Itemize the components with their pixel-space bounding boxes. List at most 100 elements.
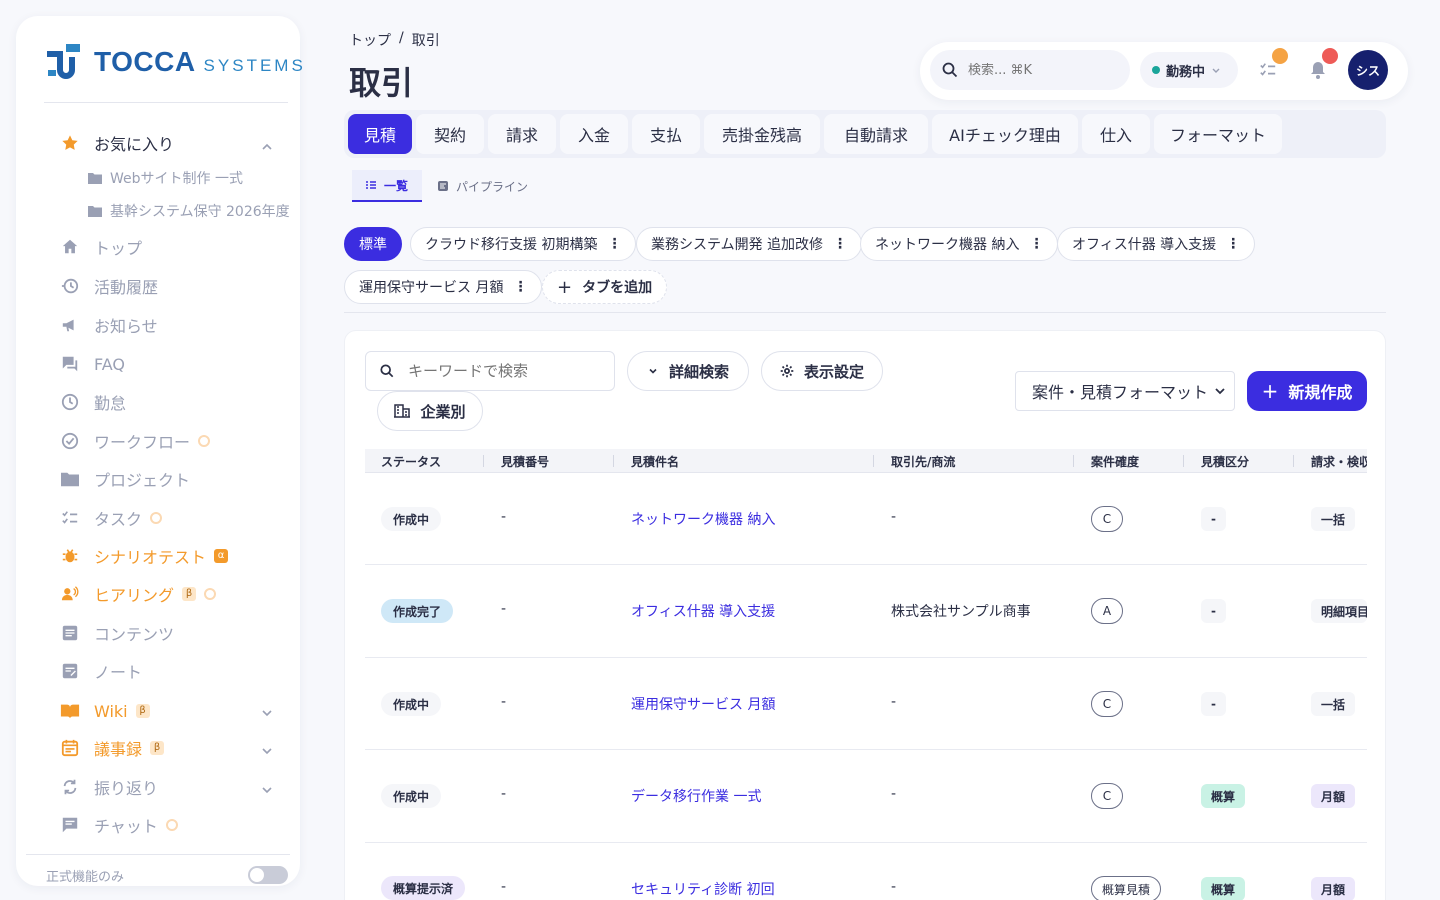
column-header-category[interactable]: 見積区分 [1201,449,1249,473]
more-vert-icon[interactable]: ⋮ [513,279,527,295]
brand-logo[interactable]: TOCCA SYSTEMS [46,42,306,82]
tab-invoice[interactable]: 請求 [488,114,556,154]
global-search[interactable] [930,50,1130,90]
column-resize-handle[interactable] [1183,455,1184,467]
tasks-button[interactable] [1256,48,1288,82]
tab-format[interactable]: フォーマット [1154,114,1282,154]
column-header-billing[interactable]: 請求・検収 [1311,449,1367,473]
more-vert-icon[interactable]: ⋮ [833,236,847,252]
filter-chip[interactable]: 業務システム開発 追加改修 ⋮ [636,227,863,261]
sidebar-item-workflow[interactable]: ワークフロー [60,426,211,456]
sidebar-item-label: 振り返り [94,779,159,798]
estimate-name-link[interactable]: セキュリティ診断 初回 [631,879,775,899]
column-resize-handle[interactable] [483,455,484,467]
table-row[interactable]: 作成中 - データ移行作業 一式 - C 概算 月額 [365,750,1367,843]
alpha-badge: α [214,549,229,563]
billing-pill: 一括 [1311,507,1356,531]
column-header-status[interactable]: ステータス [381,449,441,473]
sidebar-item-history[interactable]: 活動履歴 [60,271,158,301]
sidebar-item-wiki[interactable]: Wiki β [60,696,150,726]
sidebar-item-scenario-test[interactable]: シナリオテスト α [60,541,229,571]
chevron-down-icon[interactable] [260,744,274,758]
certainty-badge: C [1091,506,1123,532]
chevron-down-icon[interactable] [260,783,274,797]
more-vert-icon[interactable]: ⋮ [1226,236,1240,252]
sidebar-item-label: チャット [94,817,158,836]
tab-purchase[interactable]: 仕入 [1082,114,1150,154]
tab-receivable-balance[interactable]: 売掛金残高 [704,114,820,154]
sidebar-item-note[interactable]: ノート [60,656,142,686]
global-search-input[interactable] [968,62,1108,78]
estimate-name-link[interactable]: ネットワーク機器 納入 [631,509,775,529]
partner-cell[interactable]: 株式会社サンプル商事 [891,601,1031,621]
sidebar-item-retrospective[interactable]: 振り返り [60,772,158,802]
sidebar-item-chat[interactable]: チャット [60,810,178,840]
tab-auto-invoice[interactable]: 自動請求 [824,114,928,154]
status-badge: 概算提示済 [381,876,466,900]
column-resize-handle[interactable] [613,455,614,467]
sidebar-item-task[interactable]: タスク [60,503,163,533]
view-tab-pipeline[interactable]: パイプライン [438,170,528,202]
sidebar-item-top[interactable]: トップ [60,232,142,262]
favorite-item[interactable]: Webサイト制作 一式 [88,166,243,190]
filter-chip-standard[interactable]: 標準 [344,227,402,261]
tab-estimate[interactable]: 見積 [348,114,412,154]
notifications-button[interactable] [1306,48,1338,82]
keyword-search[interactable] [365,351,615,391]
table-row[interactable]: 作成完了 - オフィス什器 導入支援 株式会社サンプル商事 A - 明細項目 [365,565,1367,658]
column-resize-handle[interactable] [1073,455,1074,467]
folder-icon [88,206,102,217]
more-vert-icon[interactable]: ⋮ [607,236,621,252]
view-tab-list[interactable]: 一覧 [352,170,423,202]
sidebar-favorites[interactable]: お気に入り [60,128,174,158]
chevron-up-icon[interactable] [260,140,274,154]
checklist-icon [60,508,80,528]
add-tab-button[interactable]: + タブを追加 [542,270,668,304]
estimate-number: - [501,509,507,525]
tab-payment[interactable]: 支払 [632,114,700,154]
column-header-partner[interactable]: 取引先/商流 [891,449,955,473]
column-resize-handle[interactable] [873,455,874,467]
filter-chip[interactable]: オフィス什器 導入支援 ⋮ [1057,227,1256,261]
sidebar-item-faq[interactable]: FAQ [60,349,125,379]
column-header-certainty[interactable]: 案件確度 [1091,449,1139,473]
estimate-name-link[interactable]: 運用保守サービス 月額 [631,694,775,714]
tab-contract[interactable]: 契約 [416,114,484,154]
more-vert-icon[interactable]: ⋮ [1029,236,1043,252]
estimate-name-link[interactable]: オフィス什器 導入支援 [631,601,775,621]
table-row[interactable]: 作成中 - 運用保守サービス 月額 - C - 一括 [365,658,1367,750]
estimate-name-link[interactable]: データ移行作業 一式 [631,786,761,806]
column-header-number[interactable]: 見積番号 [501,449,549,473]
sidebar-item-contents[interactable]: コンテンツ [60,618,174,648]
partner-cell: - [891,786,897,802]
sidebar-item-project[interactable]: プロジェクト [60,464,190,494]
table-row[interactable]: 概算提示済 - セキュリティ診断 初回 - 概算見積 概算 月額 [365,843,1367,900]
filter-chip[interactable]: ネットワーク機器 納入 ⋮ [860,227,1059,261]
search-icon [380,364,394,378]
sidebar-item-hearing[interactable]: ヒアリング β [60,579,217,609]
filter-chip[interactable]: 運用保守サービス 月額 ⋮ [344,270,543,304]
breadcrumb-top[interactable]: トップ [349,30,391,50]
column-header-name[interactable]: 見積件名 [631,449,679,473]
by-company-button[interactable]: 企業別 [377,391,483,431]
table-row[interactable]: 作成中 - ネットワーク機器 納入 - C - 一括 [365,473,1367,565]
work-status-dropdown[interactable]: 勤務中 [1140,52,1238,88]
column-resize-handle[interactable] [1293,455,1294,467]
keyword-search-input[interactable] [408,362,598,380]
tab-payment-received[interactable]: 入金 [560,114,628,154]
format-select[interactable]: 案件・見積フォーマット [1015,371,1235,411]
tab-ai-check-reason[interactable]: AIチェック理由 [932,114,1078,154]
favorite-item[interactable]: 基幹システム保守 2026年度 [88,199,290,223]
category-pill: - [1201,599,1226,623]
filter-chip[interactable]: クラウド移行支援 初期構築 ⋮ [410,227,637,261]
display-settings-button[interactable]: 表示設定 [761,351,883,391]
sidebar-item-news[interactable]: お知らせ [60,310,158,340]
chevron-down-icon[interactable] [260,706,274,720]
avatar[interactable]: シス [1348,50,1388,90]
sidebar-item-minutes[interactable]: 議事録 β [60,733,165,763]
format-select-value: 案件・見積フォーマット [1032,383,1209,402]
official-only-toggle[interactable] [248,866,288,884]
create-new-button[interactable]: + 新規作成 [1247,371,1367,411]
sidebar-item-attendance[interactable]: 勤怠 [60,387,126,417]
advanced-search-button[interactable]: 詳細検索 [627,351,749,391]
